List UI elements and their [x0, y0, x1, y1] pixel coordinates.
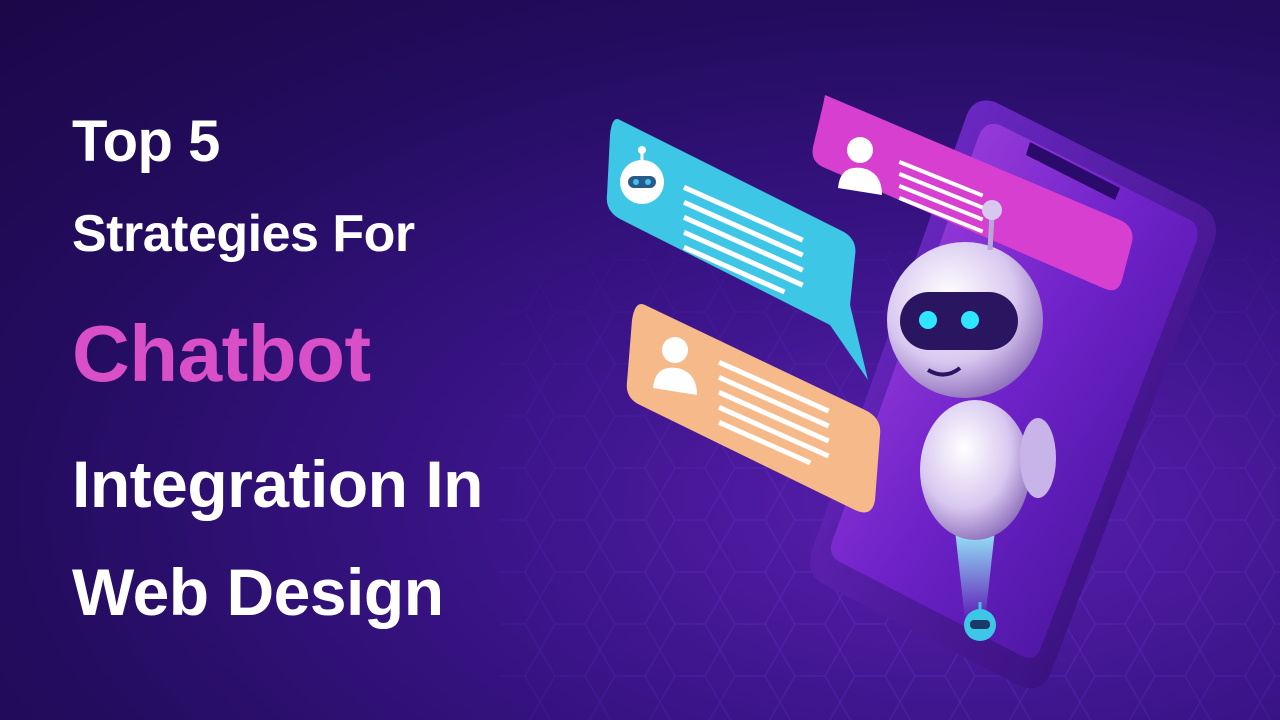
headline-line-1: Top 5 — [72, 109, 220, 174]
headline-line-4: Integration In — [72, 447, 483, 521]
headline-line-2: Strategies For — [72, 205, 415, 263]
headline-line-5: Web Design — [72, 555, 444, 629]
headline-highlight: Chatbot — [72, 309, 371, 398]
chatbot-illustration — [606, 95, 1216, 689]
